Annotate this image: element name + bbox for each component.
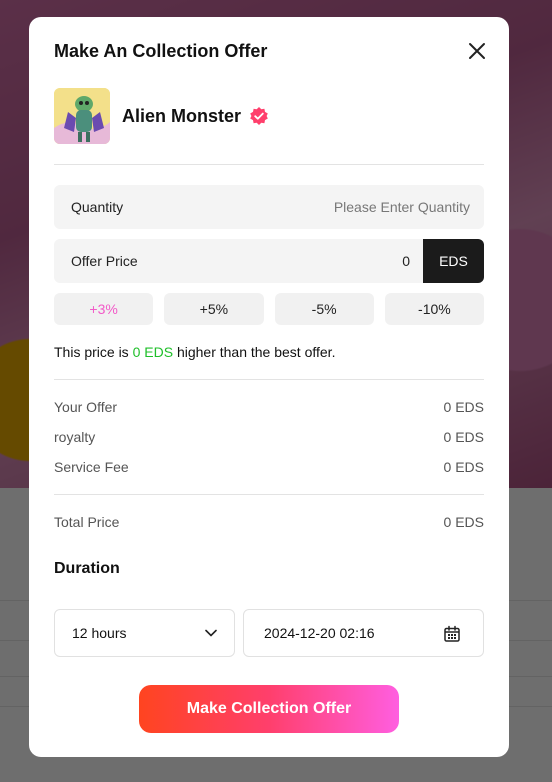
your-offer-value: 0 EDS xyxy=(443,399,484,415)
collection-thumbnail xyxy=(54,88,110,144)
quantity-label: Quantity xyxy=(71,199,124,215)
end-date-picker[interactable]: 2024-12-20 02:16 xyxy=(243,609,484,657)
service-fee-row: Service Fee 0 EDS xyxy=(54,459,484,477)
end-date-value: 2024-12-20 02:16 xyxy=(264,625,375,641)
service-fee-value: 0 EDS xyxy=(443,459,484,475)
duration-title: Duration xyxy=(54,560,120,577)
adjust-minus-10-button[interactable]: -10% xyxy=(384,293,484,325)
quantity-field: Quantity xyxy=(54,185,484,229)
price-note-suffix: higher than the best offer. xyxy=(176,344,336,360)
royalty-label: royalty xyxy=(54,429,96,445)
collection-name: Alien Monster xyxy=(122,105,242,126)
currency-selector[interactable]: EDS xyxy=(423,239,484,283)
your-offer-row: Your Offer 0 EDS xyxy=(54,399,484,417)
royalty-row: royalty 0 EDS xyxy=(54,429,484,447)
duration-select[interactable]: 12 hours xyxy=(54,609,235,657)
modal-title: Make An Collection Offer xyxy=(54,41,268,61)
adjust-minus-5-button[interactable]: -5% xyxy=(274,293,374,325)
collection-header: Alien Monster xyxy=(54,88,269,144)
offer-price-input[interactable]: 0 xyxy=(374,239,410,283)
adjust-plus-5-button[interactable]: +5% xyxy=(164,293,264,325)
divider xyxy=(54,494,484,495)
verified-badge-icon xyxy=(250,107,268,125)
total-price-value: 0 EDS xyxy=(443,514,484,530)
calendar-icon xyxy=(444,625,460,642)
duration-selected-value: 12 hours xyxy=(72,625,127,641)
royalty-value: 0 EDS xyxy=(443,429,484,445)
divider xyxy=(54,379,484,380)
quantity-input[interactable] xyxy=(270,185,470,229)
make-collection-offer-button[interactable]: Make Collection Offer xyxy=(139,685,399,733)
total-price-label: Total Price xyxy=(54,514,120,530)
offer-price-label: Offer Price xyxy=(71,253,138,269)
your-offer-label: Your Offer xyxy=(54,399,118,415)
collection-offer-modal: Make An Collection Offer Alien Monster Q… xyxy=(29,17,509,757)
service-fee-label: Service Fee xyxy=(54,459,129,475)
close-button[interactable] xyxy=(465,39,489,63)
offer-price-field: Offer Price 0 EDS xyxy=(54,239,484,283)
price-adjust-group: +3% +5% -5% -10% xyxy=(54,293,484,325)
chevron-down-icon xyxy=(205,629,217,637)
divider xyxy=(54,164,484,165)
price-note-amount: 0 EDS xyxy=(132,344,174,360)
price-comparison-note: This price is 0 EDS higher than the best… xyxy=(54,344,335,360)
total-price-row: Total Price 0 EDS xyxy=(54,514,484,532)
close-icon xyxy=(469,43,485,59)
adjust-plus-3-button[interactable]: +3% xyxy=(54,293,154,325)
price-note-prefix: This price is xyxy=(54,344,129,360)
